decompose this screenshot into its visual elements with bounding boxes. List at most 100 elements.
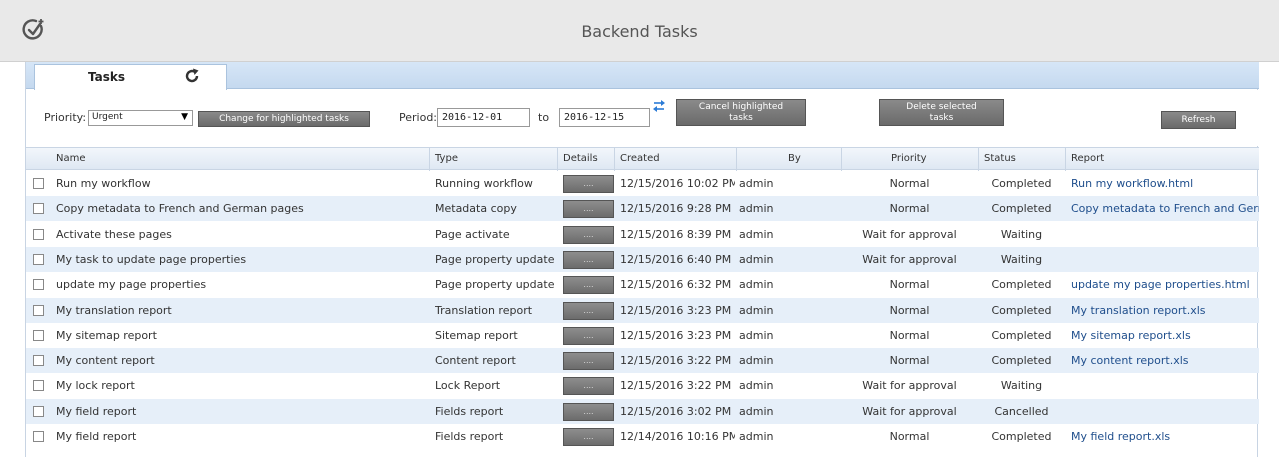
- cell-created: 12/15/2016 6:40 PM: [620, 252, 732, 266]
- column-status[interactable]: Status: [984, 153, 1016, 164]
- cell-status: Completed: [991, 430, 1052, 443]
- cancel-button-line2: tasks: [729, 112, 753, 123]
- cell-priority: Wait for approval: [862, 379, 957, 393]
- priority-label: Priority:: [44, 111, 87, 124]
- cell-status: Completed: [991, 278, 1052, 292]
- cell-type: Translation report: [435, 303, 533, 317]
- details-button[interactable]: ....: [563, 200, 614, 219]
- cell-priority: Normal: [889, 278, 930, 292]
- cell-by: admin: [739, 404, 774, 418]
- column-name[interactable]: Name: [56, 153, 86, 164]
- refresh-icon[interactable]: [183, 67, 201, 85]
- table-row[interactable]: My sitemap report Sitemap report 12/15/201…: [26, 323, 1259, 348]
- column-by[interactable]: By: [788, 153, 801, 164]
- row-checkbox[interactable]: [33, 405, 44, 417]
- refresh-button[interactable]: Refresh: [1161, 111, 1236, 129]
- column-type[interactable]: Type: [435, 153, 458, 164]
- cell-created: 12/15/2016 3:02 PM: [620, 404, 732, 418]
- toolbar: Priority: Urgent ▼ Change for highlighte…: [26, 90, 1259, 146]
- table-row[interactable]: My field report Fields report 12/15/2016 3…: [26, 398, 1259, 424]
- change-highlighted-button[interactable]: Change for highlighted tasks: [198, 111, 370, 127]
- cell-priority: Wait for approval: [862, 252, 957, 266]
- priority-select[interactable]: Urgent ▼: [88, 110, 193, 126]
- cell-type: Page property update: [435, 278, 555, 292]
- row-checkbox[interactable]: [33, 355, 44, 367]
- cell-report[interactable]: My content report.xls: [1071, 354, 1259, 367]
- cell-created: 12/15/2016 3:22 PM: [620, 379, 732, 393]
- cell-status: Completed: [991, 328, 1052, 342]
- details-button[interactable]: ....: [563, 250, 614, 269]
- cell-by: admin: [739, 202, 774, 216]
- cell-priority: Normal: [889, 430, 930, 443]
- table-row[interactable]: My content report Content report 12/15/201…: [26, 348, 1259, 374]
- cell-name: update my page properties: [56, 278, 207, 292]
- delete-selected-button[interactable]: Delete selected tasks: [879, 99, 1004, 126]
- tab-tasks[interactable]: Tasks: [34, 64, 227, 90]
- cell-priority: Normal: [889, 177, 930, 190]
- row-checkbox[interactable]: [33, 178, 44, 189]
- column-divider: [978, 148, 979, 171]
- details-button[interactable]: ....: [563, 175, 614, 193]
- page-title: Backend Tasks: [581, 22, 698, 41]
- row-checkbox[interactable]: [33, 228, 44, 240]
- cell-priority: Normal: [889, 328, 930, 342]
- cell-by: admin: [739, 430, 774, 443]
- details-button[interactable]: ....: [563, 301, 614, 320]
- table-row[interactable]: My translation report Translation report 1…: [26, 297, 1259, 323]
- cell-report[interactable]: My field report.xls: [1071, 430, 1259, 443]
- cell-created: 12/15/2016 3:23 PM: [620, 303, 732, 317]
- table-row[interactable]: Run my workflow Running workflow 12/15/201…: [26, 171, 1259, 196]
- delete-button-line2: tasks: [929, 112, 954, 123]
- cell-report[interactable]: update my page properties.html: [1071, 278, 1259, 291]
- details-button[interactable]: ....: [563, 377, 614, 396]
- cell-report[interactable]: My sitemap report.xls: [1071, 329, 1259, 342]
- cell-report[interactable]: My translation report.xls: [1071, 304, 1259, 317]
- column-report[interactable]: Report: [1071, 153, 1104, 164]
- cell-by: admin: [739, 252, 774, 266]
- row-checkbox[interactable]: [33, 279, 44, 291]
- period-from-input[interactable]: [437, 108, 530, 127]
- cell-report[interactable]: Run my workflow.html: [1071, 177, 1259, 190]
- row-checkbox[interactable]: [33, 380, 44, 392]
- details-button[interactable]: ....: [563, 225, 614, 244]
- row-checkbox[interactable]: [33, 304, 44, 316]
- delete-button-line1: Delete selected: [906, 101, 977, 112]
- cell-by: admin: [739, 379, 774, 393]
- cell-by: admin: [739, 354, 774, 368]
- cell-name: My sitemap report: [56, 328, 157, 342]
- cell-type: Content report: [435, 354, 516, 368]
- cell-created: 12/15/2016 9:28 PM: [620, 202, 732, 216]
- cell-name: My field report: [56, 430, 137, 443]
- table-row[interactable]: My task to update page properties Page pr…: [26, 246, 1259, 272]
- details-button[interactable]: ....: [563, 326, 614, 345]
- period-to-input[interactable]: [559, 108, 650, 127]
- column-divider: [614, 148, 615, 171]
- details-button[interactable]: ....: [563, 402, 614, 421]
- cell-report[interactable]: Copy metadata to French and German pages: [1071, 202, 1259, 215]
- details-button[interactable]: ....: [563, 352, 614, 371]
- column-created[interactable]: Created: [620, 153, 660, 164]
- cell-by: admin: [739, 328, 774, 342]
- column-details[interactable]: Details: [563, 153, 598, 164]
- column-priority[interactable]: Priority: [891, 153, 927, 164]
- swap-arrows-icon[interactable]: [651, 99, 667, 113]
- cell-priority: Normal: [889, 354, 930, 368]
- row-checkbox[interactable]: [33, 203, 44, 215]
- row-checkbox[interactable]: [33, 329, 44, 341]
- cell-status: Waiting: [1000, 252, 1043, 266]
- cell-name: Activate these pages: [56, 227, 172, 241]
- row-checkbox[interactable]: [33, 253, 44, 265]
- cell-created: 12/15/2016 3:23 PM: [620, 328, 732, 342]
- table-row[interactable]: My field report Fields report 12/14/2016 1…: [26, 424, 1259, 449]
- table-row[interactable]: update my page properties Page property u…: [26, 272, 1259, 297]
- tasks-panel: Tasks Priority: Urgent ▼ Change for high…: [25, 62, 1259, 457]
- table-row[interactable]: Activate these pages Page activate 12/15/2…: [26, 222, 1259, 247]
- details-button[interactable]: ....: [563, 428, 614, 446]
- cell-name: My field report: [56, 404, 137, 418]
- table-row[interactable]: My lock report Lock Report 12/15/2016 3:22…: [26, 373, 1259, 398]
- cancel-highlighted-button[interactable]: Cancel highlighted tasks: [676, 99, 806, 126]
- row-checkbox[interactable]: [33, 431, 44, 442]
- to-label: to: [538, 111, 550, 124]
- table-row[interactable]: Copy metadata to French and German pages…: [26, 196, 1259, 222]
- details-button[interactable]: ....: [563, 276, 614, 295]
